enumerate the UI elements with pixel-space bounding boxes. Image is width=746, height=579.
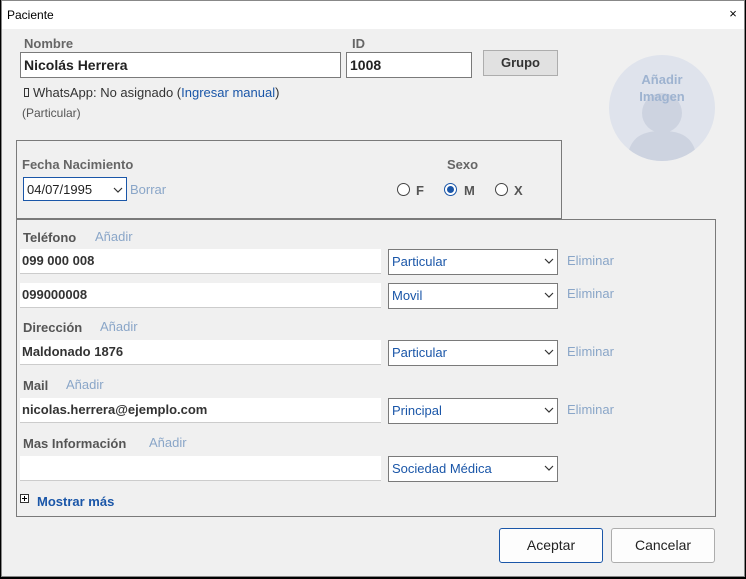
mail-add-link[interactable]: Añadir: [66, 377, 104, 392]
mas-info-type-1: Sociedad Médica: [392, 461, 492, 476]
telefono-field-1[interactable]: 099 000 008: [20, 249, 381, 274]
mail-type-select-1[interactable]: Principal: [388, 398, 558, 424]
grupo-button[interactable]: Grupo: [483, 50, 558, 76]
mail-field-1[interactable]: nicolas.herrera@ejemplo.com: [20, 398, 381, 423]
direccion-add-link[interactable]: Añadir: [100, 319, 138, 334]
accept-button[interactable]: Aceptar: [499, 528, 603, 563]
whatsapp-icon: [24, 88, 29, 97]
telefono-label: Teléfono: [23, 230, 77, 245]
mas-info-type-select-1[interactable]: Sociedad Médica: [388, 456, 558, 482]
window-title: Paciente: [7, 8, 54, 22]
mas-info-add-link[interactable]: Añadir: [149, 435, 187, 450]
paciente-dialog: Paciente × Nombre Nicolás Herrera ID 100…: [1, 0, 745, 577]
sexo-label-f: F: [416, 183, 424, 198]
mail-remove-1[interactable]: Eliminar: [567, 402, 614, 417]
chevron-down-icon: [544, 258, 554, 264]
telefono-add-link[interactable]: Añadir: [95, 229, 133, 244]
sexo-radio-m[interactable]: [444, 183, 457, 196]
telefono-remove-1[interactable]: Eliminar: [567, 253, 614, 268]
sexo-label-x: X: [514, 183, 523, 198]
id-label: ID: [352, 36, 365, 51]
add-image-label: Añadir Imagen: [639, 72, 685, 104]
fecha-picker[interactable]: 04/07/1995: [23, 177, 127, 201]
sexo-label: Sexo: [447, 157, 479, 172]
direccion-remove-1[interactable]: Eliminar: [567, 344, 614, 359]
telefono-type-1: Particular: [392, 254, 447, 269]
sexo-radio-f[interactable]: [397, 183, 410, 196]
sexo-radio-x[interactable]: [495, 183, 508, 196]
telefono-remove-2[interactable]: Eliminar: [567, 286, 614, 301]
mail-type-1: Principal: [392, 403, 442, 418]
nombre-label: Nombre: [24, 36, 74, 51]
mas-info-field-1[interactable]: [20, 456, 381, 481]
fecha-label: Fecha Nacimiento: [22, 157, 134, 172]
chevron-down-icon: [544, 407, 554, 413]
telefono-field-2[interactable]: 099000008: [20, 283, 381, 308]
title-bar: Paciente ×: [2, 1, 744, 29]
whatsapp-line: WhatsApp: No asignado (Ingresar manual): [24, 85, 279, 100]
tipo-paciente: (Particular): [22, 106, 81, 120]
telefono-type-select-2[interactable]: Movil: [388, 283, 558, 309]
id-field[interactable]: 1008: [346, 52, 472, 78]
borrar-link[interactable]: Borrar: [130, 182, 166, 197]
mostrar-mas-link[interactable]: Mostrar más: [37, 494, 114, 509]
avatar[interactable]: Añadir Imagen: [609, 55, 715, 161]
nombre-field[interactable]: Nicolás Herrera: [20, 52, 341, 78]
chevron-down-icon: [544, 292, 554, 298]
cancel-button[interactable]: Cancelar: [611, 528, 715, 563]
direccion-type-select-1[interactable]: Particular: [388, 340, 558, 366]
expand-plus-icon[interactable]: [20, 494, 29, 503]
mail-label: Mail: [23, 378, 49, 393]
close-icon[interactable]: ×: [725, 5, 741, 23]
chevron-down-icon: [113, 187, 123, 193]
ingresar-manual-link[interactable]: Ingresar manual: [181, 85, 275, 100]
direccion-label: Dirección: [23, 320, 83, 335]
direccion-field-1[interactable]: Maldonado 1876: [20, 340, 381, 365]
telefono-type-select-1[interactable]: Particular: [388, 249, 558, 275]
chevron-down-icon: [544, 349, 554, 355]
direccion-type-1: Particular: [392, 345, 447, 360]
whatsapp-suffix: ): [275, 85, 280, 100]
mas-info-label: Mas Información: [23, 436, 127, 451]
chevron-down-icon: [544, 465, 554, 471]
whatsapp-status: WhatsApp: No asignado (: [33, 85, 182, 100]
telefono-type-2: Movil: [392, 288, 423, 303]
sexo-label-m: M: [464, 183, 475, 198]
fecha-value: 04/07/1995: [27, 182, 93, 197]
